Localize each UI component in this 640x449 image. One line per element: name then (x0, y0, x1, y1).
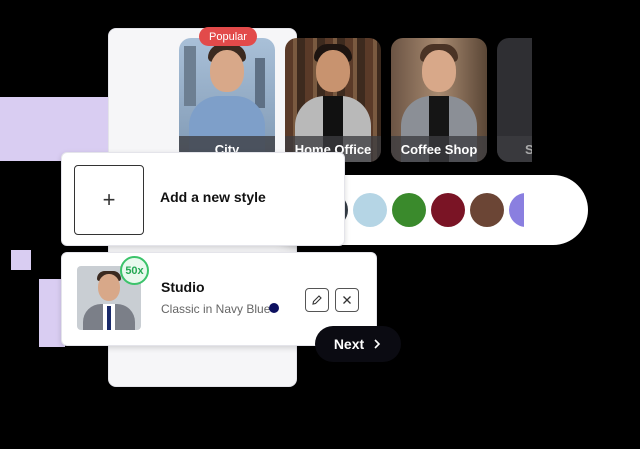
style-subtitle: Classic in Navy Blue (161, 302, 271, 316)
next-button[interactable]: Next (315, 326, 401, 362)
building (184, 46, 196, 106)
add-style-row[interactable]: + Add a new style (61, 152, 345, 246)
decor-square-small (11, 250, 31, 270)
add-style-label: Add a new style (160, 189, 266, 205)
color-swatch[interactable] (353, 193, 387, 227)
chevron-right-icon (374, 339, 381, 349)
color-swatch[interactable] (431, 193, 465, 227)
style-card-coffee-shop[interactable]: Coffee Shop (391, 38, 487, 162)
close-icon (343, 296, 351, 304)
next-label: Next (333, 336, 365, 352)
style-carousel: City Home Office Coffee Shop S (179, 38, 532, 162)
color-dot (269, 303, 279, 313)
pencil-icon (312, 295, 322, 305)
edit-button[interactable] (305, 288, 329, 312)
color-swatches (314, 193, 524, 227)
plus-icon[interactable]: + (74, 165, 144, 235)
style-card-city[interactable]: City (179, 38, 275, 162)
color-swatch[interactable] (392, 193, 426, 227)
color-swatch[interactable] (509, 193, 524, 227)
style-card-home-office[interactable]: Home Office (285, 38, 381, 162)
popular-badge: Popular (199, 27, 257, 46)
style-title: Studio (161, 279, 205, 295)
remove-button[interactable] (335, 288, 359, 312)
style-label: Coffee Shop (391, 136, 487, 162)
building (255, 58, 265, 108)
style-label: S (497, 136, 532, 162)
color-swatch[interactable] (470, 193, 504, 227)
style-card-partial[interactable]: S (497, 38, 532, 162)
count-badge: 50x (120, 256, 149, 285)
